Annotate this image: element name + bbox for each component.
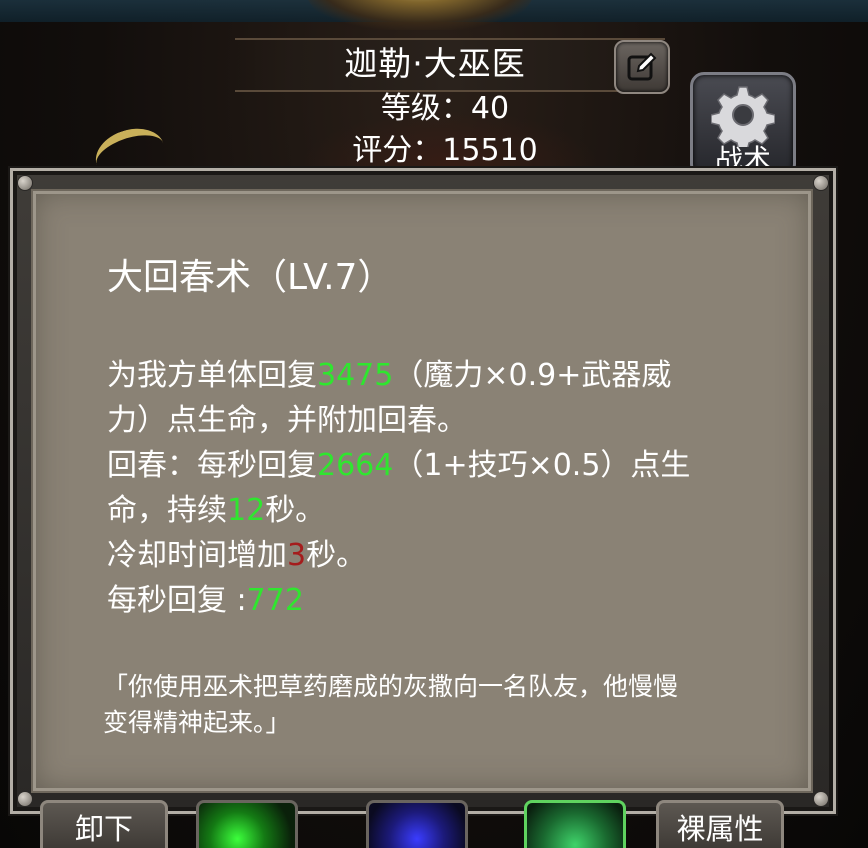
skill-desc-line: 每秒回复 :772 — [107, 578, 767, 623]
base-attributes-button[interactable]: 裸属性 — [656, 800, 784, 848]
flavor-text-line: 「你使用巫术把草药磨成的灰撒向一名队友，他慢慢 — [103, 672, 679, 701]
skill-slot-green[interactable] — [196, 800, 298, 848]
edit-name-button[interactable] — [614, 40, 670, 94]
unequip-button[interactable]: 卸下 — [40, 800, 168, 848]
desc-text: 秒。 — [306, 538, 367, 573]
desc-text: 力）点生命，并附加回春。 — [107, 403, 467, 438]
hero-name: 迦勒·大巫医 — [344, 44, 526, 83]
desc-text: 命，持续 — [107, 493, 227, 528]
duration-value: 12 — [227, 493, 266, 528]
top-ornament — [300, 0, 540, 30]
skill-desc-line: 回春：每秒回复2664（1+技巧×0.5）点生 — [107, 443, 767, 488]
flavor-text-line: 变得精神起来。」 — [103, 708, 291, 737]
skill-slot-selected[interactable] — [524, 800, 626, 848]
skill-tooltip: 大回春术（LV.7） 为我方单体回复3475（魔力×0.9+武器威 力）点生命，… — [10, 168, 836, 814]
heal-value: 3475 — [317, 358, 394, 393]
skill-desc-line: 力）点生命，并附加回春。 — [107, 398, 767, 443]
gear-icon — [711, 86, 775, 147]
hero-level: 等级：40 — [380, 91, 510, 126]
skill-desc-line: 为我方单体回复3475（魔力×0.9+武器威 — [107, 353, 767, 398]
hero-score: 评分：15510 — [352, 133, 538, 168]
cooldown-value: 3 — [287, 538, 307, 573]
per-second-value: 772 — [246, 583, 304, 618]
rivet — [813, 791, 829, 807]
skill-desc-line: 冷却时间增加3秒。 — [107, 533, 767, 578]
desc-text: 回春：每秒回复 — [107, 448, 317, 483]
skill-desc-line: 命，持续12秒。 — [107, 488, 767, 533]
game-screen: 迦勒·大巫医 等级：40 评分：15510 战术 大回春术（LV.7） 为我方单… — [0, 0, 868, 848]
desc-text: （魔力×0.9+武器威 — [393, 358, 672, 393]
desc-text: 为我方单体回复 — [107, 358, 317, 393]
tooltip-content: 大回春术（LV.7） 为我方单体回复3475（魔力×0.9+武器威 力）点生命，… — [31, 189, 813, 793]
rivet — [17, 791, 33, 807]
desc-text: 秒。 — [265, 493, 326, 528]
desc-text: （1+技巧×0.5）点生 — [393, 448, 691, 483]
desc-text: 每秒回复 : — [107, 583, 247, 618]
skill-title: 大回春术（LV.7） — [107, 257, 394, 298]
desc-text: 冷却时间增加 — [107, 538, 287, 573]
skill-slot-blue[interactable] — [366, 800, 468, 848]
regen-value: 2664 — [317, 448, 394, 483]
edit-icon — [627, 52, 657, 81]
rivet — [813, 175, 829, 191]
tactics-button[interactable]: 战术 — [690, 72, 796, 178]
